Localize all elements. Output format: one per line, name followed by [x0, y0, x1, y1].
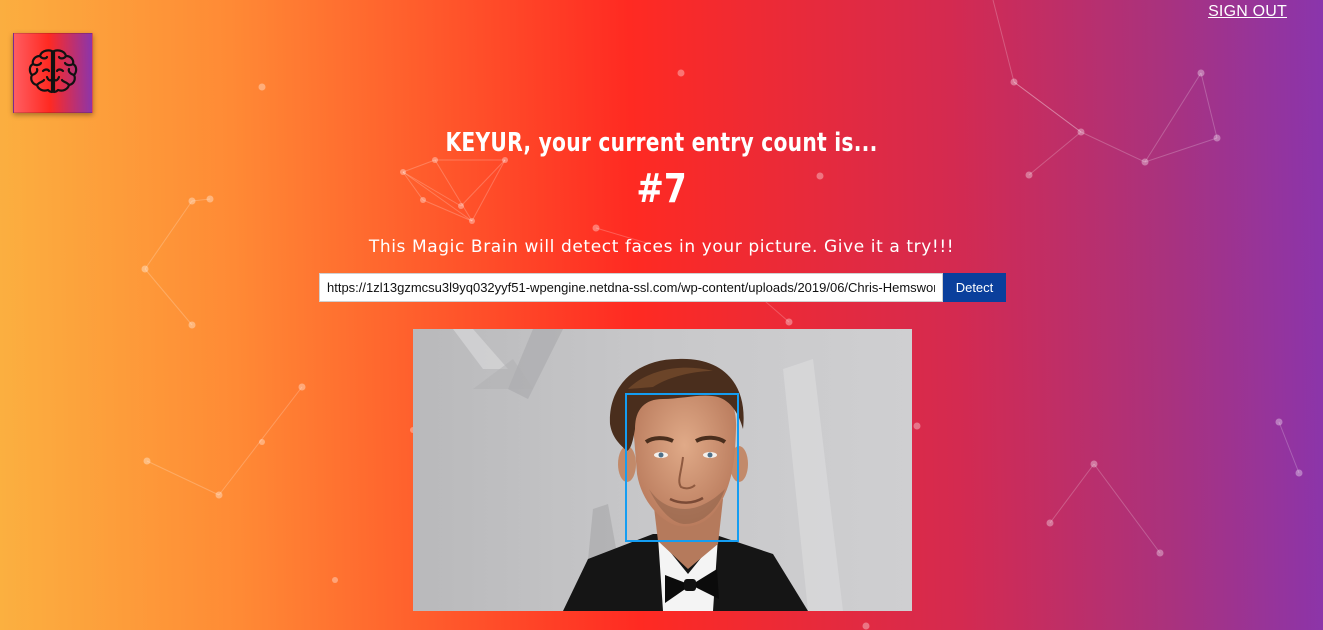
- brain-icon: [27, 47, 79, 100]
- image-url-input[interactable]: [319, 273, 943, 302]
- description-text: This Magic Brain will detect faces in yo…: [368, 237, 955, 257]
- face-image: [413, 329, 912, 611]
- detect-button[interactable]: Detect: [943, 273, 1006, 302]
- greeting-heading: KEYUR, your current entry count is...: [445, 128, 878, 158]
- face-bounding-box: [625, 393, 739, 542]
- image-url-form: Detect: [319, 273, 1006, 302]
- entry-count: #7: [636, 166, 687, 212]
- sign-out-link[interactable]: SIGN OUT: [1208, 3, 1287, 21]
- logo[interactable]: [13, 33, 93, 113]
